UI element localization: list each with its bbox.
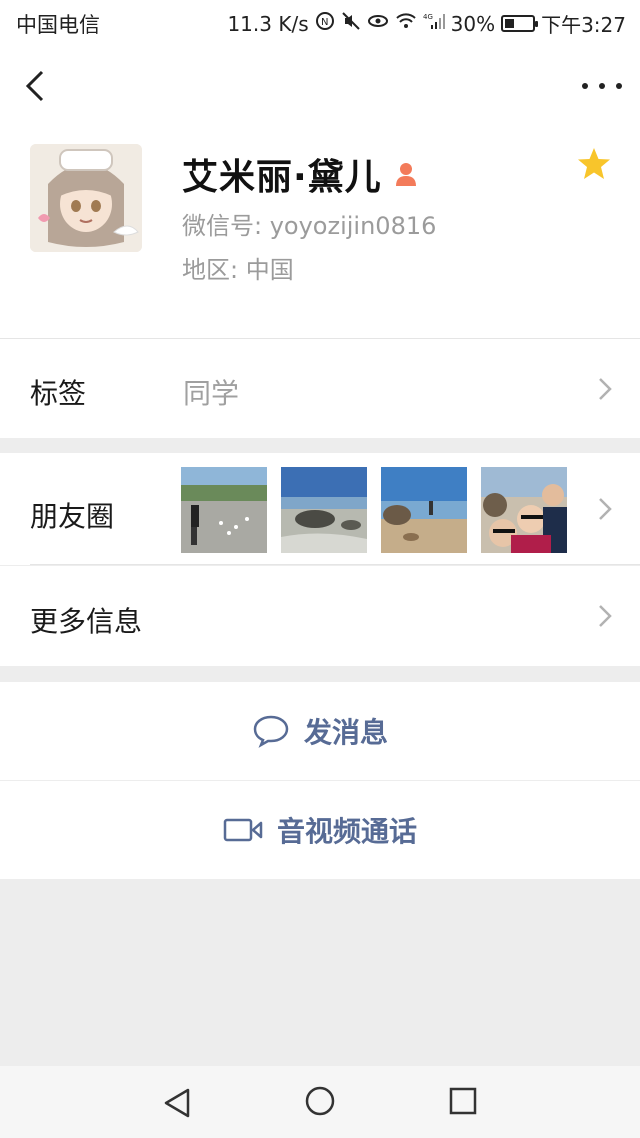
chevron-right-icon — [599, 498, 612, 520]
video-call-label: 音视频通话 — [276, 815, 417, 848]
moments-row[interactable]: 朋友圈 — [0, 453, 640, 565]
more-dot — [616, 83, 622, 89]
female-icon — [395, 163, 416, 186]
tag-label: 标签 — [30, 377, 87, 410]
moments-thumbnails — [181, 467, 567, 553]
clock: 下午3:27 — [541, 13, 626, 37]
avatar[interactable] — [30, 144, 142, 252]
moments-label: 朋友圈 — [30, 500, 115, 533]
send-message-label: 发消息 — [303, 716, 388, 749]
battery-icon — [501, 15, 539, 32]
tag-value: 同学 — [183, 377, 240, 410]
moment-thumbnail — [481, 467, 567, 553]
chevron-left-icon — [25, 70, 44, 102]
status-bar: 中国电信 11.3 K/s N 4G 30% 下午3:27 — [0, 0, 640, 44]
circle-home-icon[interactable] — [303, 1084, 337, 1118]
star-icon[interactable] — [576, 146, 612, 182]
tag-row[interactable]: 标签 同学 — [0, 338, 640, 438]
name-row: 艾米丽·黛儿 — [182, 148, 420, 200]
avatar-illustration — [30, 144, 142, 252]
moment-thumbnail — [181, 467, 267, 553]
more-info-row[interactable]: 更多信息 — [0, 566, 640, 666]
network-speed: 11.3 K/s — [227, 11, 309, 36]
signal-icon: 4G — [423, 11, 445, 36]
system-nav-bar — [0, 1066, 640, 1138]
video-call-button[interactable]: 音视频通话 — [0, 781, 640, 879]
mute-icon — [341, 11, 361, 36]
eye-icon — [367, 11, 389, 36]
more-dot — [582, 83, 588, 89]
divider — [30, 564, 640, 565]
wifi-icon — [395, 11, 417, 36]
video-camera-icon — [223, 818, 263, 842]
svg-text:N: N — [321, 17, 328, 28]
carrier-label: 中国电信 — [16, 13, 100, 37]
nfc-icon: N — [315, 11, 335, 36]
back-button[interactable] — [18, 66, 54, 106]
more-info-label: 更多信息 — [30, 605, 143, 638]
moment-thumbnail — [381, 467, 467, 553]
contact-name: 艾米丽·黛儿 — [182, 157, 382, 198]
region: 地区: 中国 — [182, 256, 294, 284]
chat-bubble-icon — [253, 715, 289, 748]
top-nav — [0, 44, 640, 128]
send-message-button[interactable]: 发消息 — [0, 682, 640, 780]
chevron-right-icon — [599, 605, 612, 627]
more-button[interactable] — [582, 68, 622, 104]
square-recent-icon[interactable] — [448, 1086, 478, 1116]
moment-thumbnail — [281, 467, 367, 553]
svg-text:4G: 4G — [423, 13, 433, 21]
chevron-right-icon — [599, 378, 612, 400]
wechat-id: 微信号: yoyozijin0816 — [182, 212, 437, 240]
status-icons: 11.3 K/s N 4G 30% 下午3:27 — [227, 9, 626, 38]
profile-header: 艾米丽·黛儿 微信号: yoyozijin0816 地区: 中国 — [0, 128, 640, 338]
battery-percent: 30% — [450, 11, 496, 36]
more-dot — [599, 83, 605, 89]
triangle-back-icon[interactable] — [160, 1086, 194, 1120]
